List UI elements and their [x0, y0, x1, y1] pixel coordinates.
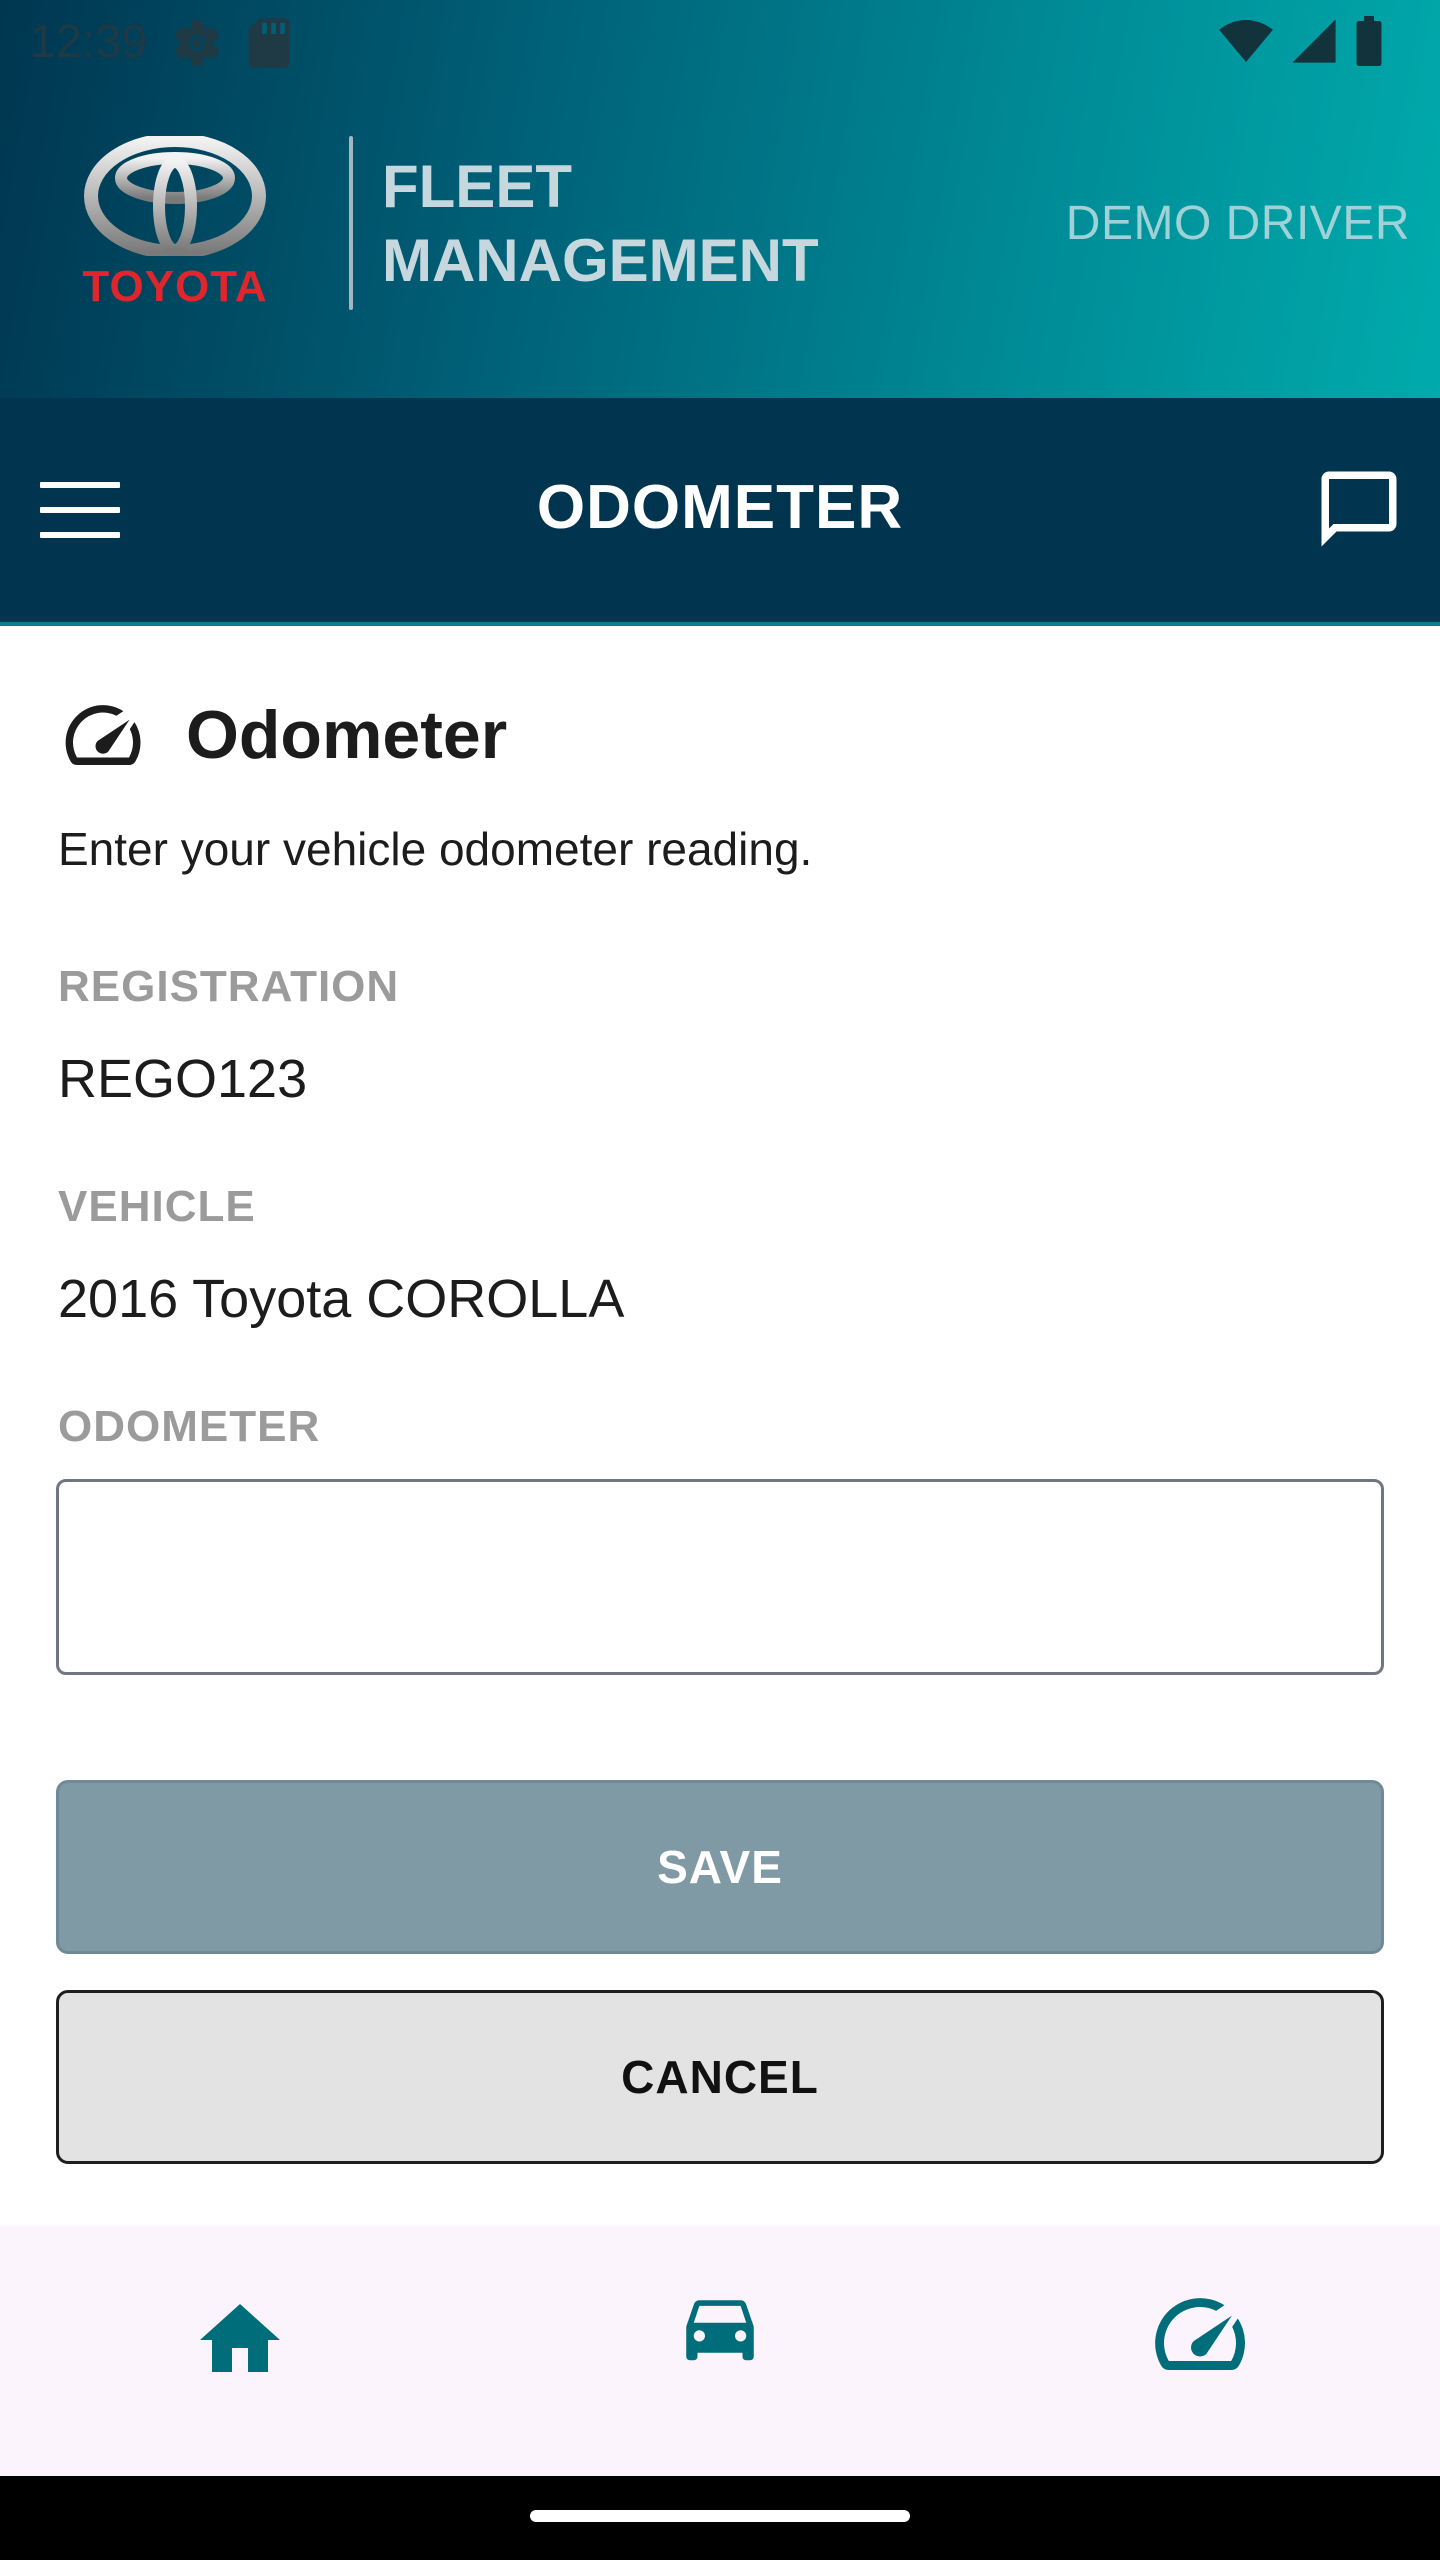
- nav-home[interactable]: [180, 2274, 300, 2394]
- user-name[interactable]: DEMO DRIVER: [1066, 196, 1410, 251]
- toolbar: ODOMETER: [0, 398, 1440, 626]
- brand-name: TOYOTA: [82, 262, 268, 311]
- messages-button[interactable]: [1314, 464, 1404, 554]
- app-name-line2: MANAGEMENT: [382, 227, 819, 294]
- status-time: 12:39: [30, 15, 148, 67]
- speedometer-icon: [1155, 2298, 1245, 2370]
- save-button[interactable]: SAVE: [56, 1780, 1384, 1954]
- app-name: FLEET MANAGEMENT: [382, 150, 819, 298]
- form-intro: Enter your vehicle odometer reading.: [58, 823, 813, 875]
- home-gesture-handle[interactable]: [530, 2510, 910, 2522]
- home-icon: [200, 2304, 280, 2372]
- speedometer-icon: [65, 705, 141, 766]
- vehicle-value: 2016 Toyota COROLLA: [58, 1269, 625, 1329]
- message-icon: [1321, 471, 1397, 547]
- sd-card-icon: [246, 16, 292, 75]
- battery-icon: [1354, 16, 1384, 71]
- registration-label: REGISTRATION: [58, 962, 400, 1011]
- nav-vehicle[interactable]: [660, 2274, 780, 2394]
- car-icon: [686, 2300, 754, 2361]
- form-title: Odometer: [186, 697, 508, 773]
- signal-icon: [1290, 17, 1338, 70]
- header-divider: [349, 136, 353, 310]
- odometer-form: Odometer Enter your vehicle odometer rea…: [0, 630, 1440, 2226]
- system-navigation-bar: [0, 2476, 1440, 2560]
- page-title: ODOMETER: [536, 473, 904, 542]
- toyota-logo: TOYOTA: [70, 133, 280, 316]
- app-header: 12:39 TOYOTA FLEET MANAGEMENT DEMO DRIVE…: [0, 0, 1440, 398]
- app-name-line1: FLEET: [382, 153, 572, 220]
- vehicle-label: VEHICLE: [58, 1182, 256, 1231]
- odometer-input[interactable]: [56, 1479, 1384, 1675]
- wifi-icon: [1218, 17, 1274, 70]
- odometer-label: ODOMETER: [58, 1402, 321, 1451]
- toyota-emblem-icon: [84, 133, 266, 259]
- status-bar: 12:39: [0, 0, 1440, 84]
- nav-odometer[interactable]: [1140, 2274, 1260, 2394]
- cancel-button[interactable]: CANCEL: [56, 1990, 1384, 2164]
- registration-value: REGO123: [58, 1049, 308, 1109]
- bottom-navigation: [0, 2226, 1440, 2476]
- form-header: Odometer: [58, 696, 507, 774]
- settings-icon: [170, 16, 224, 75]
